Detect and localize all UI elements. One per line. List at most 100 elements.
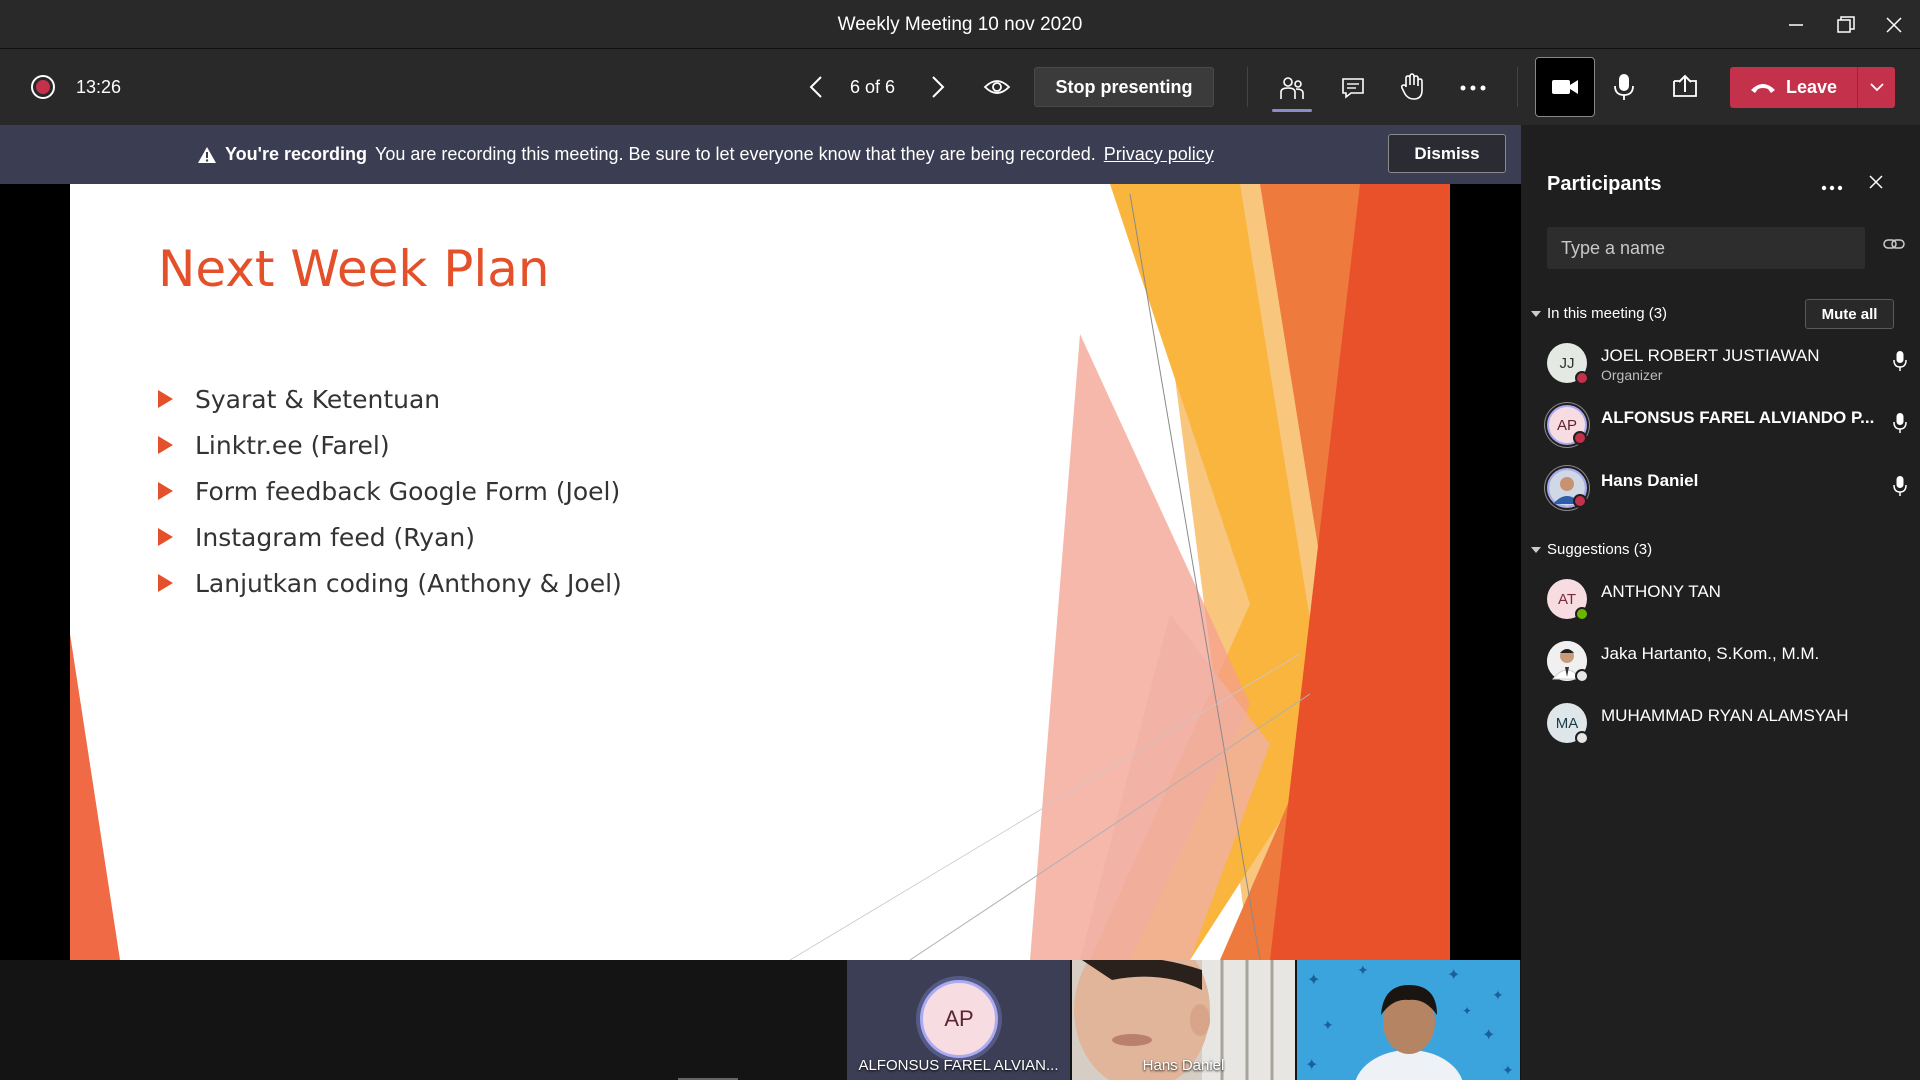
tile-name: ALFONSUS FAREL ALVIAN... — [858, 1057, 1059, 1074]
participant-name: ANTHONY TAN — [1601, 582, 1721, 601]
participant-name: ALFONSUS FAREL ALVIANDO P... — [1601, 408, 1875, 427]
previous-slide-button[interactable] — [802, 73, 830, 101]
presence-busy-icon — [1573, 494, 1587, 508]
microphone-icon — [1893, 351, 1907, 371]
svg-text:✦: ✦ — [1322, 1017, 1334, 1033]
more-icon — [1460, 85, 1486, 91]
recording-banner: You're recording You are recording this … — [0, 125, 1521, 184]
participant-video-image: ✦ ✦ ✦ ✦ ✦ ✦ ✦ ✦ ✦ — [1297, 960, 1520, 1080]
microphone-icon — [1893, 413, 1907, 433]
avatar: AP — [1547, 405, 1587, 445]
slide-counter: 6 of 6 — [850, 77, 896, 97]
minimize-button[interactable] — [1776, 8, 1816, 42]
raise-hand-button[interactable] — [1395, 69, 1429, 105]
close-icon — [1886, 17, 1902, 33]
participant-row[interactable]: AP ALFONSUS FAREL ALVIANDO P... — [1547, 400, 1907, 450]
raise-hand-icon — [1400, 73, 1423, 100]
microphone-toggle-button[interactable] — [1608, 69, 1640, 105]
leave-options-button[interactable] — [1857, 67, 1895, 108]
presentation-stage: Next Week Plan Syarat & Ketentuan Linktr… — [0, 184, 1521, 960]
dismiss-button[interactable]: Dismiss — [1388, 134, 1506, 173]
chevron-down-icon — [1869, 83, 1884, 92]
bullet-item: Lanjutkan coding (Anthony & Joel) — [158, 560, 622, 606]
meeting-controls-bar: 13:26 6 of 6 Stop presenting Leave — [0, 49, 1920, 125]
more-actions-button[interactable] — [1455, 71, 1491, 105]
divider — [1247, 67, 1248, 107]
participant-name: Hans Daniel — [1601, 471, 1699, 490]
share-invite-button[interactable] — [1883, 237, 1905, 256]
caret-down-icon — [1531, 310, 1541, 317]
next-slide-button[interactable] — [924, 73, 952, 101]
stop-presenting-button[interactable]: Stop presenting — [1034, 67, 1214, 107]
slide-bullet-list: Syarat & Ketentuan Linktr.ee (Farel) For… — [158, 376, 622, 606]
recording-title: You're recording — [225, 144, 367, 164]
video-gallery: AP ALFONSUS FAREL ALVIAN... Hans Daniel … — [0, 960, 1521, 1080]
participant-row[interactable]: JJ JOEL ROBERT JUSTIAWAN Organizer — [1547, 338, 1907, 388]
svg-text:✦: ✦ — [1482, 1027, 1495, 1044]
bullet-text: Lanjutkan coding (Anthony & Joel) — [195, 568, 622, 598]
section-label: Suggestions (3) — [1547, 541, 1653, 558]
participant-name: Jaka Hartanto, S.Kom., M.M. — [1601, 644, 1820, 663]
in-meeting-section-toggle[interactable]: In this meeting (3) — [1531, 305, 1667, 322]
panel-close-button[interactable] — [1869, 175, 1883, 194]
show-chat-button[interactable] — [1336, 71, 1370, 105]
eye-icon — [983, 80, 1011, 94]
show-participants-button[interactable] — [1275, 71, 1309, 105]
video-tile[interactable]: AP ALFONSUS FAREL ALVIAN... — [847, 960, 1070, 1080]
share-tray-icon — [1673, 74, 1697, 97]
record-indicator-icon — [31, 75, 55, 99]
chevron-left-icon — [809, 76, 822, 98]
bullet-text: Linktr.ee (Farel) — [195, 430, 390, 460]
more-icon — [1821, 185, 1843, 191]
people-icon — [1280, 77, 1304, 99]
avatar: AT — [1547, 579, 1589, 621]
microphone-icon — [1893, 476, 1907, 496]
share-tray-button[interactable] — [1668, 69, 1702, 105]
close-icon — [1869, 175, 1883, 189]
recording-message: You're recording You are recording this … — [197, 144, 1214, 165]
meeting-title: Weekly Meeting 10 nov 2020 — [837, 14, 1083, 35]
privacy-policy-link[interactable]: Privacy policy — [1104, 144, 1214, 165]
caret-down-icon — [1531, 546, 1541, 553]
suggestion-row[interactable]: Jaka Hartanto, S.Kom., M.M. — [1547, 636, 1907, 686]
avatar-initials: JJ — [1559, 354, 1575, 372]
bullet-triangle-icon — [158, 482, 173, 500]
bullet-text: Instagram feed (Ryan) — [195, 522, 475, 552]
svg-text:✦: ✦ — [1462, 1004, 1472, 1018]
divider — [1517, 67, 1518, 107]
video-tile[interactable]: Hans Daniel — [1072, 960, 1295, 1080]
suggestion-row[interactable]: MA MUHAMMAD RYAN ALAMSYAH — [1547, 698, 1907, 748]
participant-search-input[interactable] — [1547, 227, 1865, 269]
camera-toggle-button[interactable] — [1535, 57, 1595, 117]
bullet-triangle-icon — [158, 436, 173, 454]
bullet-item: Linktr.ee (Farel) — [158, 422, 622, 468]
link-icon — [1883, 239, 1905, 249]
close-window-button[interactable] — [1874, 8, 1914, 42]
bullet-triangle-icon — [158, 528, 173, 546]
private-view-button[interactable] — [980, 71, 1014, 103]
participant-role: Organizer — [1601, 367, 1663, 383]
avatar: MA — [1547, 703, 1589, 745]
suggestions-section-toggle[interactable]: Suggestions (3) — [1531, 541, 1652, 558]
leave-label: Leave — [1785, 77, 1838, 97]
avatar-initials: AT — [1557, 590, 1577, 608]
warning-icon — [198, 146, 216, 163]
participant-row[interactable]: Hans Daniel — [1547, 463, 1907, 513]
bullet-item: Instagram feed (Ryan) — [158, 514, 622, 560]
suggestion-row[interactable]: AT ANTHONY TAN — [1547, 574, 1907, 624]
camera-icon — [1552, 80, 1578, 94]
window-title-bar: Weekly Meeting 10 nov 2020 — [0, 0, 1920, 49]
tile-name: Hans Daniel — [1142, 1057, 1225, 1074]
svg-text:✦: ✦ — [1357, 962, 1369, 978]
leave-button-group: Leave — [1730, 67, 1895, 108]
panel-more-button[interactable] — [1821, 171, 1843, 197]
slide-title: Next Week Plan — [158, 240, 550, 298]
mute-all-button[interactable]: Mute all — [1805, 299, 1894, 329]
avatar-initials: MA — [1555, 714, 1579, 732]
svg-text:✦: ✦ — [1492, 987, 1504, 1003]
presence-busy-icon — [1575, 371, 1589, 385]
minimize-icon — [1789, 24, 1803, 26]
video-tile[interactable]: ✦ ✦ ✦ ✦ ✦ ✦ ✦ ✦ ✦ — [1297, 960, 1520, 1080]
restore-button[interactable] — [1826, 8, 1866, 42]
leave-button[interactable]: Leave — [1730, 67, 1857, 108]
